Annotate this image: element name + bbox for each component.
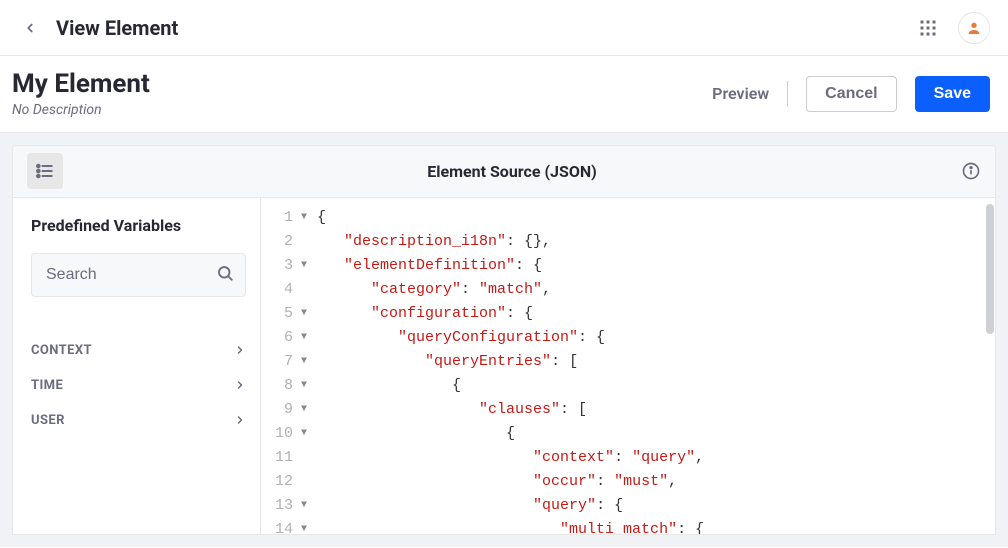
fold-toggle[interactable]: ▼ xyxy=(297,518,307,534)
element-title: My Element xyxy=(12,70,150,100)
gutter: 1▼23▼45▼6▼7▼8▼9▼10▼111213▼14▼ xyxy=(261,198,313,534)
code-editor[interactable]: 1▼23▼45▼6▼7▼8▼9▼10▼111213▼14▼ { "descrip… xyxy=(261,198,995,534)
search-icon xyxy=(216,264,234,286)
panel-header: Element Source (JSON) xyxy=(13,146,995,198)
variable-label: CONTEXT xyxy=(31,343,92,358)
element-subtitle: No Description xyxy=(12,102,150,118)
fold-toggle[interactable]: ▼ xyxy=(297,302,307,326)
code-line: "category": "match", xyxy=(317,278,995,302)
list-toggle-button[interactable] xyxy=(27,153,63,189)
code-line: "context": "query", xyxy=(317,446,995,470)
gutter-line: 4 xyxy=(261,278,307,302)
gutter-line: 12 xyxy=(261,470,307,494)
code-line: "configuration": { xyxy=(317,302,995,326)
panel: Element Source (JSON) Predefined Variabl… xyxy=(12,145,996,535)
fold-toggle[interactable]: ▼ xyxy=(297,254,307,278)
code-line: "query": { xyxy=(317,494,995,518)
search-input[interactable] xyxy=(31,253,246,297)
code-line: { xyxy=(317,206,995,230)
apps-button[interactable] xyxy=(916,16,940,40)
chevron-right-icon xyxy=(234,414,246,426)
chevron-right-icon xyxy=(234,379,246,391)
panel-title: Element Source (JSON) xyxy=(63,162,961,181)
gutter-line: 2 xyxy=(261,230,307,254)
fold-toggle[interactable]: ▼ xyxy=(297,374,307,398)
fold-toggle[interactable]: ▼ xyxy=(297,206,307,230)
search-wrap xyxy=(31,253,246,297)
user-icon xyxy=(966,20,982,36)
sidebar: Predefined Variables CONTEXT TIME USER xyxy=(13,198,261,534)
code-line: "description_i18n": {}, xyxy=(317,230,995,254)
variable-row-user[interactable]: USER xyxy=(31,403,246,438)
gutter-line: 1▼ xyxy=(261,206,307,230)
code-line: "clauses": [ xyxy=(317,398,995,422)
code-line: "multi_match": { xyxy=(317,518,995,534)
save-button[interactable]: Save xyxy=(915,76,990,112)
page-title: View Element xyxy=(56,16,178,40)
cancel-button[interactable]: Cancel xyxy=(806,76,896,112)
variable-row-context[interactable]: CONTEXT xyxy=(31,333,246,368)
gutter-line: 13▼ xyxy=(261,494,307,518)
fold-toggle[interactable]: ▼ xyxy=(297,398,307,422)
topbar: View Element xyxy=(0,0,1008,56)
gutter-line: 9▼ xyxy=(261,398,307,422)
sidebar-title: Predefined Variables xyxy=(31,216,246,235)
gutter-line: 7▼ xyxy=(261,350,307,374)
gutter-line: 8▼ xyxy=(261,374,307,398)
divider xyxy=(787,81,788,107)
header: My Element No Description Preview Cancel… xyxy=(0,56,1008,133)
apps-grid-icon xyxy=(919,19,937,37)
code-line: { xyxy=(317,422,995,446)
gutter-line: 11 xyxy=(261,446,307,470)
preview-link[interactable]: Preview xyxy=(712,84,769,103)
gutter-line: 14▼ xyxy=(261,518,307,534)
code-line: { xyxy=(317,374,995,398)
info-button[interactable] xyxy=(961,161,981,181)
chevron-right-icon xyxy=(234,344,246,356)
fold-toggle[interactable]: ▼ xyxy=(297,326,307,350)
fold-toggle[interactable]: ▼ xyxy=(297,350,307,374)
variable-label: TIME xyxy=(31,378,63,393)
variable-label: USER xyxy=(31,413,65,428)
avatar[interactable] xyxy=(958,12,990,44)
code-line: "queryEntries": [ xyxy=(317,350,995,374)
panel-body: Predefined Variables CONTEXT TIME USER 1▼2… xyxy=(13,198,995,534)
gutter-line: 6▼ xyxy=(261,326,307,350)
scroll-thumb[interactable] xyxy=(986,204,994,334)
list-icon xyxy=(35,161,55,181)
variable-row-time[interactable]: TIME xyxy=(31,368,246,403)
code-line: "queryConfiguration": { xyxy=(317,326,995,350)
gutter-line: 10▼ xyxy=(261,422,307,446)
workspace: Element Source (JSON) Predefined Variabl… xyxy=(0,133,1008,547)
gutter-line: 3▼ xyxy=(261,254,307,278)
chevron-left-icon xyxy=(23,21,37,35)
variable-list: CONTEXT TIME USER xyxy=(31,333,246,438)
fold-toggle[interactable]: ▼ xyxy=(297,422,307,446)
code-area[interactable]: { "description_i18n": {}, "elementDefini… xyxy=(313,198,995,534)
back-button[interactable] xyxy=(18,16,42,40)
fold-toggle[interactable]: ▼ xyxy=(297,494,307,518)
info-icon xyxy=(961,161,981,181)
gutter-line: 5▼ xyxy=(261,302,307,326)
scrollbar[interactable] xyxy=(984,198,994,534)
code-line: "occur": "must", xyxy=(317,470,995,494)
code-line: "elementDefinition": { xyxy=(317,254,995,278)
